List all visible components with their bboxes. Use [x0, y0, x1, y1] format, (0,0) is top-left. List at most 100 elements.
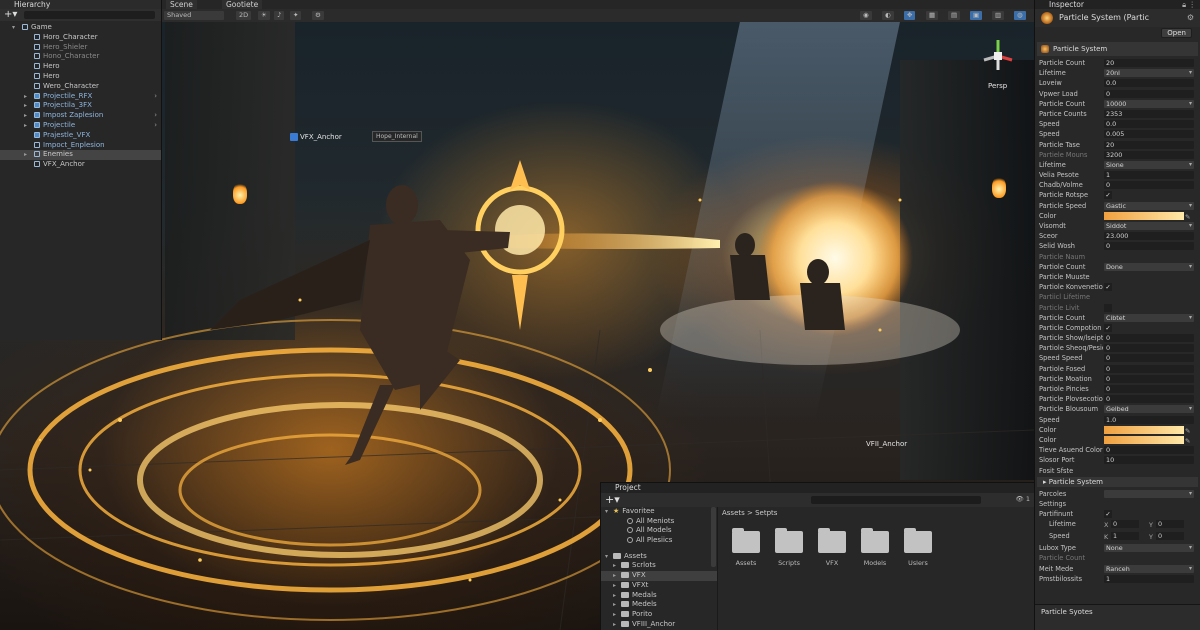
property-dropdown[interactable]: Sione	[1104, 160, 1194, 169]
property-field[interactable]: 23.000	[1104, 232, 1194, 241]
color-swatch[interactable]	[1104, 435, 1184, 444]
lifetime-y-field[interactable]: 0	[1156, 520, 1184, 529]
property-field[interactable]: 0	[1104, 89, 1194, 98]
hierarchy-item[interactable]: ▸ Projectila_3FX	[0, 101, 161, 111]
render-icon[interactable]: ▣	[970, 11, 983, 20]
property-dropdown[interactable]	[1104, 489, 1194, 498]
property-field[interactable]: 0	[1104, 446, 1194, 455]
fold-arrow-icon[interactable]: ▾	[605, 552, 613, 562]
lock-icon[interactable]: 🔒︎ ⋮	[1182, 0, 1196, 9]
breadcrumb[interactable]: Assets > Setpts	[718, 507, 1034, 519]
property-field[interactable]: 0	[1104, 395, 1194, 404]
property-field[interactable]: 0.0	[1104, 120, 1194, 129]
audio-icon[interactable]: ♪	[274, 11, 285, 20]
hierarchy-item[interactable]: ▸ Impost Zaplesion ›	[0, 111, 161, 121]
tree-item[interactable]: All Plesiics	[601, 536, 717, 546]
expand-chevron-icon[interactable]: ›	[154, 111, 157, 121]
expand-chevron-icon[interactable]: ›	[154, 121, 157, 131]
property-dropdown[interactable]: 20nl	[1104, 69, 1194, 78]
tree-item[interactable]: ▾ ★ Favoritee	[601, 507, 717, 517]
property-checkbox[interactable]	[1104, 303, 1112, 312]
hierarchy-item[interactable]: Hero	[0, 62, 161, 72]
hierarchy-item[interactable]: ▸ Enemies	[0, 150, 161, 161]
folder-item[interactable]: Scripts	[769, 528, 809, 567]
tree-item[interactable]: ▸ Scrlots	[601, 561, 717, 571]
component-header[interactable]: Particle System	[1037, 42, 1198, 56]
visibility-icon[interactable]: ◐	[882, 11, 894, 20]
hierarchy-item[interactable]: Prajestle_VFX	[0, 131, 161, 141]
property-field[interactable]: 2353	[1104, 109, 1194, 118]
gizmos-icon[interactable]: ⚙	[312, 11, 324, 20]
property-dropdown[interactable]: Done	[1104, 262, 1194, 271]
settings-icon[interactable]: ⚙	[1187, 13, 1194, 22]
property-dropdown[interactable]: Gelbed	[1104, 405, 1194, 414]
folder-item[interactable]: Uslers	[898, 528, 938, 567]
property-field[interactable]: 0	[1104, 385, 1194, 393]
fold-arrow-icon[interactable]: ▸	[613, 561, 621, 571]
collapse-arrow-icon[interactable]: ▸	[24, 150, 27, 160]
overlay-icon[interactable]: ▥	[992, 11, 1005, 20]
property-field[interactable]: 0	[1104, 242, 1194, 251]
property-dropdown[interactable]: Ranceh	[1104, 564, 1194, 573]
hierarchy-item[interactable]: ▸ Projectile_RFX ›	[0, 92, 161, 102]
add-object-button[interactable]: +▾	[4, 9, 17, 21]
fold-arrow-icon[interactable]: ▸	[613, 571, 621, 581]
hierarchy-item[interactable]: Wero_Character	[0, 82, 161, 92]
tree-item[interactable]: All Meniots	[601, 517, 717, 527]
tree-scrollbar[interactable]	[711, 507, 716, 567]
fold-arrow-icon[interactable]: ▾	[605, 507, 613, 517]
property-field[interactable]: 0	[1104, 181, 1194, 190]
property-field[interactable]: 0.0	[1104, 79, 1194, 88]
folder-item[interactable]: Models	[855, 528, 895, 567]
folder-item[interactable]: Assets	[726, 528, 766, 567]
property-field[interactable]: 3200	[1104, 150, 1194, 159]
property-dropdown[interactable]: None	[1104, 544, 1194, 553]
color-swatch[interactable]	[1104, 425, 1184, 434]
property-field[interactable]: 10	[1104, 456, 1194, 465]
property-field[interactable]: 20	[1104, 59, 1194, 67]
shading-mode-dropdown[interactable]: Shaved	[164, 11, 224, 20]
grid-icon[interactable]: ▦	[926, 11, 939, 20]
collapse-arrow-icon[interactable]: ▸	[24, 121, 27, 131]
create-asset-button[interactable]: +▾	[605, 493, 620, 507]
hierarchy-item[interactable]: Horo_Character	[0, 33, 161, 43]
tree-item[interactable]: ▸ Medels	[601, 600, 717, 610]
hierarchy-item[interactable]: VFX_Anchor	[0, 160, 161, 170]
fold-arrow-icon[interactable]: ▸	[613, 620, 621, 630]
persp-label[interactable]: Persp	[988, 82, 1007, 90]
property-dropdown[interactable]: Gastic	[1104, 201, 1194, 210]
tab-game[interactable]: Gootiete	[222, 0, 263, 9]
expand-arrow-icon[interactable]: ▾	[12, 23, 15, 33]
move-tool-icon[interactable]: ✥	[904, 11, 916, 20]
property-checkbox[interactable]: ✓	[1104, 323, 1112, 332]
camera-icon[interactable]: ◉	[860, 11, 872, 20]
collapse-arrow-icon[interactable]: ▸	[24, 101, 27, 111]
property-field[interactable]: 20	[1104, 140, 1194, 149]
property-field[interactable]: 0	[1104, 354, 1194, 363]
layers-icon[interactable]: ▤	[948, 11, 961, 20]
component-header-2[interactable]: ▸ Particle System	[1037, 476, 1198, 487]
property-field[interactable]: 1	[1104, 171, 1194, 180]
property-dropdown[interactable]: 10000	[1104, 99, 1194, 108]
expand-chevron-icon[interactable]: ›	[154, 92, 157, 102]
property-field[interactable]: 0	[1104, 344, 1194, 353]
collapse-arrow-icon[interactable]: ▸	[24, 92, 27, 102]
fold-arrow-icon[interactable]: ▸	[613, 610, 621, 620]
property-field[interactable]: 0	[1104, 334, 1194, 343]
tree-item[interactable]: All Models	[601, 526, 717, 536]
hierarchy-item[interactable]: ▾ Game	[0, 23, 161, 33]
property-field[interactable]: 0	[1104, 374, 1194, 383]
lifetime-x-field[interactable]: 0	[1111, 520, 1139, 529]
property-field[interactable]: 0.005	[1104, 130, 1194, 139]
property-dropdown[interactable]: Siddot	[1104, 222, 1194, 230]
fold-arrow-icon[interactable]: ▸	[613, 591, 621, 601]
folder-item[interactable]: VFX	[812, 528, 852, 567]
property-field[interactable]: 1	[1104, 574, 1194, 583]
property-field[interactable]: 1.0	[1104, 415, 1194, 424]
hierarchy-item[interactable]: Impoct_Enplesion	[0, 141, 161, 151]
property-checkbox[interactable]: ✓	[1104, 510, 1112, 519]
tree-item[interactable]: ▸ Medals	[601, 591, 717, 601]
hierarchy-item[interactable]: Hono_Character	[0, 52, 161, 62]
property-checkbox[interactable]: ✓	[1104, 191, 1112, 200]
globe-icon[interactable]: ◍	[1014, 11, 1026, 20]
